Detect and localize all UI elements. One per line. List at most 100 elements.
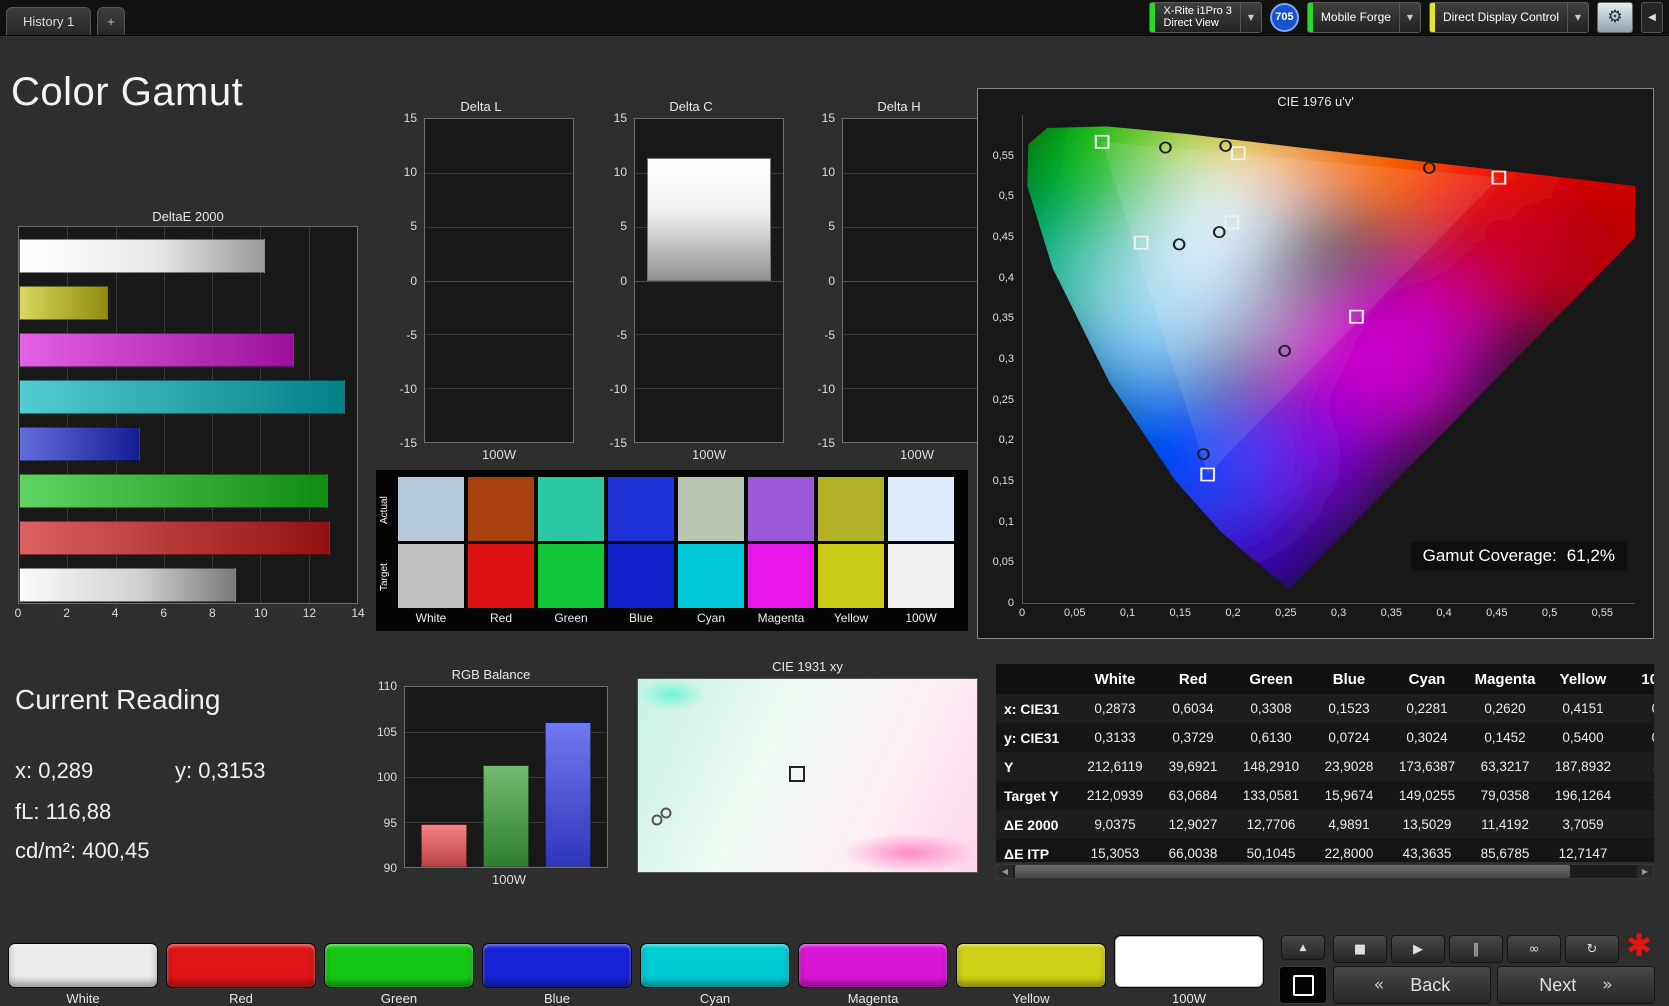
chevron-left-icon: ◀ — [1648, 12, 1656, 23]
play-button[interactable]: ▶ — [1391, 935, 1445, 963]
y-tick-label: -15 — [610, 436, 627, 450]
patch-button-blue[interactable]: Blue — [482, 935, 632, 1006]
stop-button[interactable]: ■ — [1333, 935, 1387, 963]
table-cell: 11,4192 — [1466, 817, 1544, 832]
back-button[interactable]: « Back — [1333, 966, 1491, 1004]
gridline — [843, 227, 991, 228]
y-tick-label: 0 — [410, 274, 417, 288]
deltae-bar-blue — [19, 427, 140, 461]
refresh-button[interactable]: ↻ — [1565, 935, 1619, 963]
x-tick-label: 0,15 — [1170, 607, 1191, 619]
x-tick-label: 0,45 — [1486, 607, 1507, 619]
table-horizontal-scrollbar[interactable]: ◀ ▶ — [996, 864, 1654, 879]
measurement-transport-controls: ■▶ ‖ ∞↻ — [1333, 935, 1619, 963]
meter-mode: Direct View — [1163, 17, 1231, 29]
y-tick-label: 5 — [828, 219, 835, 233]
reading-cd: cd/m²: 400,45 — [15, 838, 150, 864]
scroll-left-button[interactable]: ◀ — [997, 865, 1013, 878]
swatch-label: 100W — [888, 611, 954, 625]
delta-h-plot-area — [842, 118, 992, 443]
scroll-right-button[interactable]: ▶ — [1637, 865, 1653, 878]
pause-button[interactable]: ‖ — [1449, 935, 1503, 963]
alert-asterisk-icon[interactable]: ✱ — [1619, 928, 1659, 964]
table-cell: 0,1452 — [1466, 730, 1544, 745]
add-tab-button[interactable]: + — [97, 7, 125, 35]
scrollbar-thumb[interactable] — [1015, 865, 1570, 878]
y-tick-label: 5 — [620, 219, 627, 233]
target-swatch — [468, 544, 534, 608]
y-tick-label: 100 — [377, 770, 397, 784]
patch-swatch — [482, 943, 632, 988]
table-cell: 63,3217 — [1466, 759, 1544, 774]
table-cell: 0,3729 — [1154, 730, 1232, 745]
table-cell: 0,6130 — [1232, 730, 1310, 745]
actual-swatch — [538, 477, 604, 541]
swatch-label: Cyan — [678, 611, 744, 625]
table-cell: 22,8000 — [1310, 846, 1388, 861]
x-tick-label: 0,5 — [1542, 607, 1557, 619]
y-tick-label: 0,35 — [993, 312, 1014, 324]
history-tab[interactable]: History 1 — [6, 7, 91, 35]
deltae2000-chart: DeltaE 2000 02468101214 — [18, 208, 358, 624]
y-tick-label: 110 — [378, 679, 397, 693]
scroll-up-button[interactable]: ▲ — [1281, 935, 1325, 960]
x-tick-label: 0,1 — [1120, 607, 1135, 619]
swatch-row-label: Target — [379, 545, 393, 609]
y-tick-label: -10 — [818, 382, 835, 396]
chart-title: CIE 1976 u'v' — [978, 93, 1653, 111]
swatch-label: Yellow — [818, 611, 884, 625]
loop-button[interactable]: ∞ — [1507, 935, 1561, 963]
deltae2000-plot-area — [18, 226, 358, 604]
measurement-count-badge[interactable]: 705 — [1270, 3, 1299, 32]
settings-button[interactable]: ⚙ — [1597, 2, 1633, 33]
patch-button-green[interactable]: Green — [324, 935, 474, 1006]
patch-button-100w[interactable]: 100W — [1114, 935, 1264, 1006]
y-tick-label: 0 — [1008, 597, 1014, 609]
table-cell: 9,0375 — [1076, 817, 1154, 832]
scrollbar-track[interactable] — [1570, 865, 1637, 878]
x-tick-label: 4 — [112, 606, 119, 620]
actual-swatch — [748, 477, 814, 541]
patch-label: Green — [324, 991, 474, 1006]
patch-button-magenta[interactable]: Magenta — [798, 935, 948, 1006]
y-tick-label: 15 — [614, 111, 627, 125]
patch-button-white[interactable]: White — [8, 935, 158, 1006]
pause-icon: ‖ — [1473, 942, 1480, 957]
swatch-row-label: Actual — [379, 478, 393, 542]
patch-button-red[interactable]: Red — [166, 935, 316, 1006]
table-cell: 23,9028 — [1310, 759, 1388, 774]
gridline — [635, 281, 783, 282]
source-dropdown[interactable]: Mobile Forge ▼ — [1307, 2, 1421, 33]
next-button[interactable]: Next » — [1497, 966, 1655, 1004]
swatch-label: Magenta — [748, 611, 814, 625]
display-control-dropdown[interactable]: Direct Display Control ▼ — [1429, 2, 1589, 33]
y-tick-label: 5 — [410, 219, 417, 233]
display-window-button[interactable] — [1279, 966, 1327, 1004]
patch-button-cyan[interactable]: Cyan — [640, 935, 790, 1006]
y-tick-label: 15 — [404, 111, 417, 125]
meter-dropdown[interactable]: X-Rite i1Pro 3 Direct View ▼ — [1149, 2, 1261, 33]
gridline — [425, 281, 573, 282]
gridline — [425, 227, 573, 228]
rgb-balance-plot-area — [404, 686, 608, 868]
y-axis-labels: 151050-5-10-15 — [598, 118, 634, 443]
patch-swatch — [166, 943, 316, 988]
x-tick-label: 14 — [351, 606, 364, 620]
actual-vs-target-swatch-strip: ActualTarget WhiteRedGreenBlueCyanMagent… — [376, 470, 968, 631]
delta-l-chart: Delta L 151050-5-10-15 100W — [388, 98, 574, 462]
reading-x: x: 0,289 — [15, 758, 93, 784]
swatch-column-green: Green — [538, 477, 604, 625]
deltae2000-x-axis: 02468101214 — [18, 606, 358, 624]
deltae-bar-magenta — [19, 333, 294, 367]
table-header-row: WhiteRedGreenBlueCyanMagentaYellow100W — [996, 664, 1654, 694]
delta-l-plot-area — [424, 118, 574, 443]
y-tick-label: 0 — [620, 274, 627, 288]
chevron-down-icon: ▼ — [1399, 3, 1420, 32]
gridline — [843, 281, 991, 282]
patch-button-yellow[interactable]: Yellow — [956, 935, 1106, 1006]
collapse-panel-button[interactable]: ◀ — [1641, 2, 1663, 33]
column-header: Blue — [1310, 671, 1388, 688]
table-cell: 196,1264 — [1544, 788, 1622, 803]
swatch-column-cyan: Cyan — [678, 477, 744, 625]
table-cell: 0,6034 — [1154, 701, 1232, 716]
